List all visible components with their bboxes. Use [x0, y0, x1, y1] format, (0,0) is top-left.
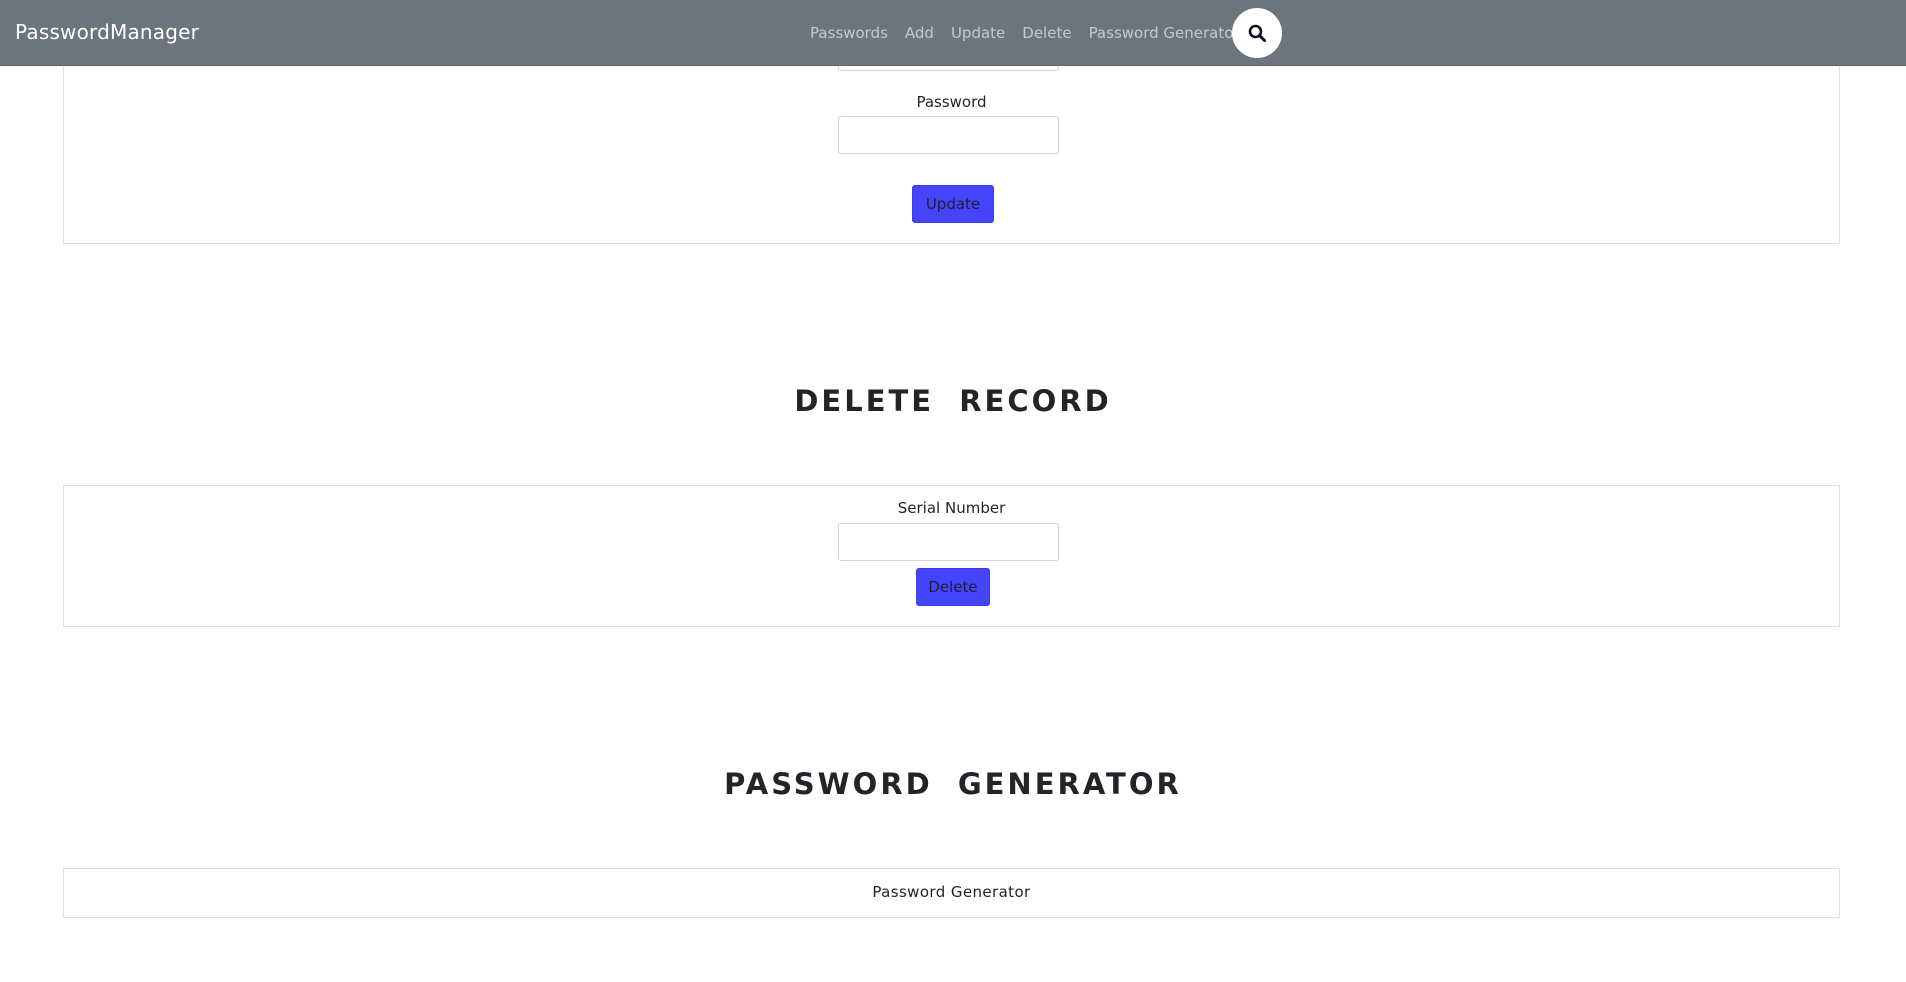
password-generator-label[interactable]: Password Generator	[64, 883, 1839, 901]
password-generator-card[interactable]: Password Generator	[63, 868, 1840, 918]
password-generator-heading: PASSWORD GENERATOR	[724, 767, 1182, 801]
brand-logo-link[interactable]: PasswordManager	[15, 20, 199, 44]
nav-link-password-generator[interactable]: Password Generator	[1089, 24, 1240, 42]
search-button[interactable]	[1232, 8, 1282, 58]
nav-link-add[interactable]: Add	[905, 24, 934, 42]
nav-link-update[interactable]: Update	[951, 24, 1005, 42]
serial-number-input[interactable]	[838, 523, 1059, 561]
password-input[interactable]	[838, 116, 1059, 154]
password-label: Password	[916, 93, 987, 111]
nav-links: Passwords Add Update Delete Password Gen…	[810, 0, 1240, 66]
serial-number-label: Serial Number	[897, 499, 1006, 517]
update-record-card: Password Update	[63, 33, 1840, 244]
delete-record-heading: DELETE RECORD	[794, 384, 1112, 418]
nav-link-passwords[interactable]: Passwords	[810, 24, 888, 42]
delete-button[interactable]: Delete	[916, 568, 990, 606]
delete-record-card: Serial Number Delete	[63, 485, 1840, 627]
nav-link-delete[interactable]: Delete	[1022, 24, 1071, 42]
top-navbar: PasswordManager Passwords Add Update Del…	[0, 0, 1906, 66]
update-button[interactable]: Update	[912, 185, 994, 223]
search-icon	[1248, 24, 1266, 42]
